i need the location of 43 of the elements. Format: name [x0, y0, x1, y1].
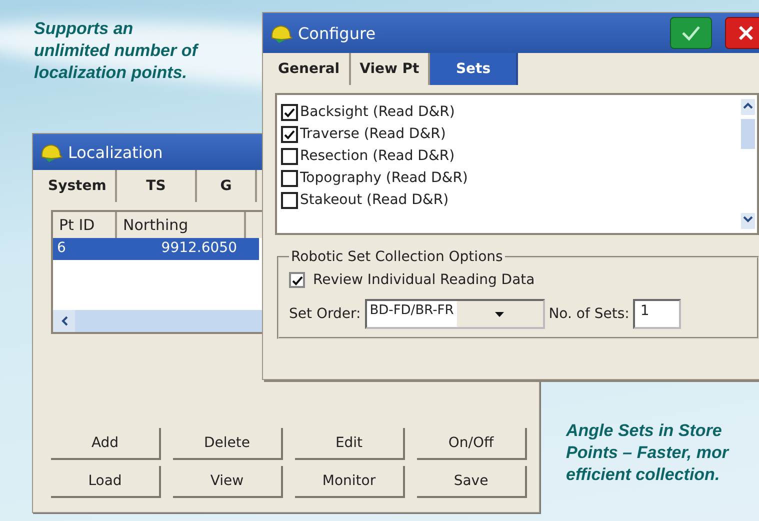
caret-icon	[495, 312, 504, 316]
checkbox-label: Stakeout (Read D&R)	[300, 192, 449, 208]
set-order-dropdown[interactable]: BD-FD/BR-FR	[364, 299, 545, 329]
checkbox-label: Topography (Read D&R)	[300, 170, 468, 186]
ok-button[interactable]	[670, 17, 712, 49]
checkbox[interactable]	[281, 192, 298, 208]
checkbox-label: Resection (Read D&R)	[300, 148, 455, 164]
table-cell-text: 6	[56, 239, 67, 258]
action-button[interactable]: View	[173, 466, 283, 498]
tab[interactable]: TS	[117, 170, 197, 202]
tab[interactable]: System	[39, 170, 117, 202]
caption-text: Supports an unlimited number of localization points.	[34, 18, 198, 84]
table-cell-text: 9912.6050	[160, 239, 238, 258]
action-button[interactable]: Add	[51, 428, 161, 460]
checkbox[interactable]	[281, 170, 298, 186]
checkbox[interactable]	[281, 126, 298, 142]
checkbox-label: Backsight (Read D&R)	[300, 104, 455, 120]
checkbox-label: Review Individual Reading Data	[313, 272, 535, 288]
table-row[interactable]: 6 9912.6050	[53, 238, 259, 260]
checkbox[interactable]	[281, 104, 298, 120]
group-title: Robotic Set Collection Options	[290, 249, 504, 265]
action-button[interactable]: Edit	[295, 428, 405, 460]
window-title: Configure	[298, 24, 376, 42]
field-label: No. of Sets:	[548, 306, 630, 322]
action-button[interactable]: Delete	[173, 428, 283, 460]
tab[interactable]: General	[269, 53, 351, 85]
action-button[interactable]: Load	[51, 466, 161, 498]
tab[interactable]: Sets	[430, 53, 518, 85]
action-button[interactable]: Monitor	[295, 466, 405, 498]
checkbox[interactable]	[289, 272, 305, 288]
action-button[interactable]: Save	[417, 466, 527, 498]
scroll-thumb[interactable]	[741, 119, 755, 149]
caption-text: Angle Sets in Store Points – Faster, mor efficient collection.	[566, 420, 728, 486]
field-label: Set Order:	[289, 306, 361, 322]
checkbox-label: Traverse (Read D&R)	[300, 126, 446, 142]
checkbox[interactable]	[281, 148, 298, 164]
close-icon	[738, 25, 754, 41]
tab[interactable]: G	[197, 170, 257, 202]
check-icon	[681, 25, 701, 41]
input-field[interactable]: 1	[633, 299, 682, 329]
close-button[interactable]	[725, 17, 759, 49]
action-button[interactable]: On/Off	[417, 428, 527, 460]
window-title: Localization	[68, 142, 163, 162]
